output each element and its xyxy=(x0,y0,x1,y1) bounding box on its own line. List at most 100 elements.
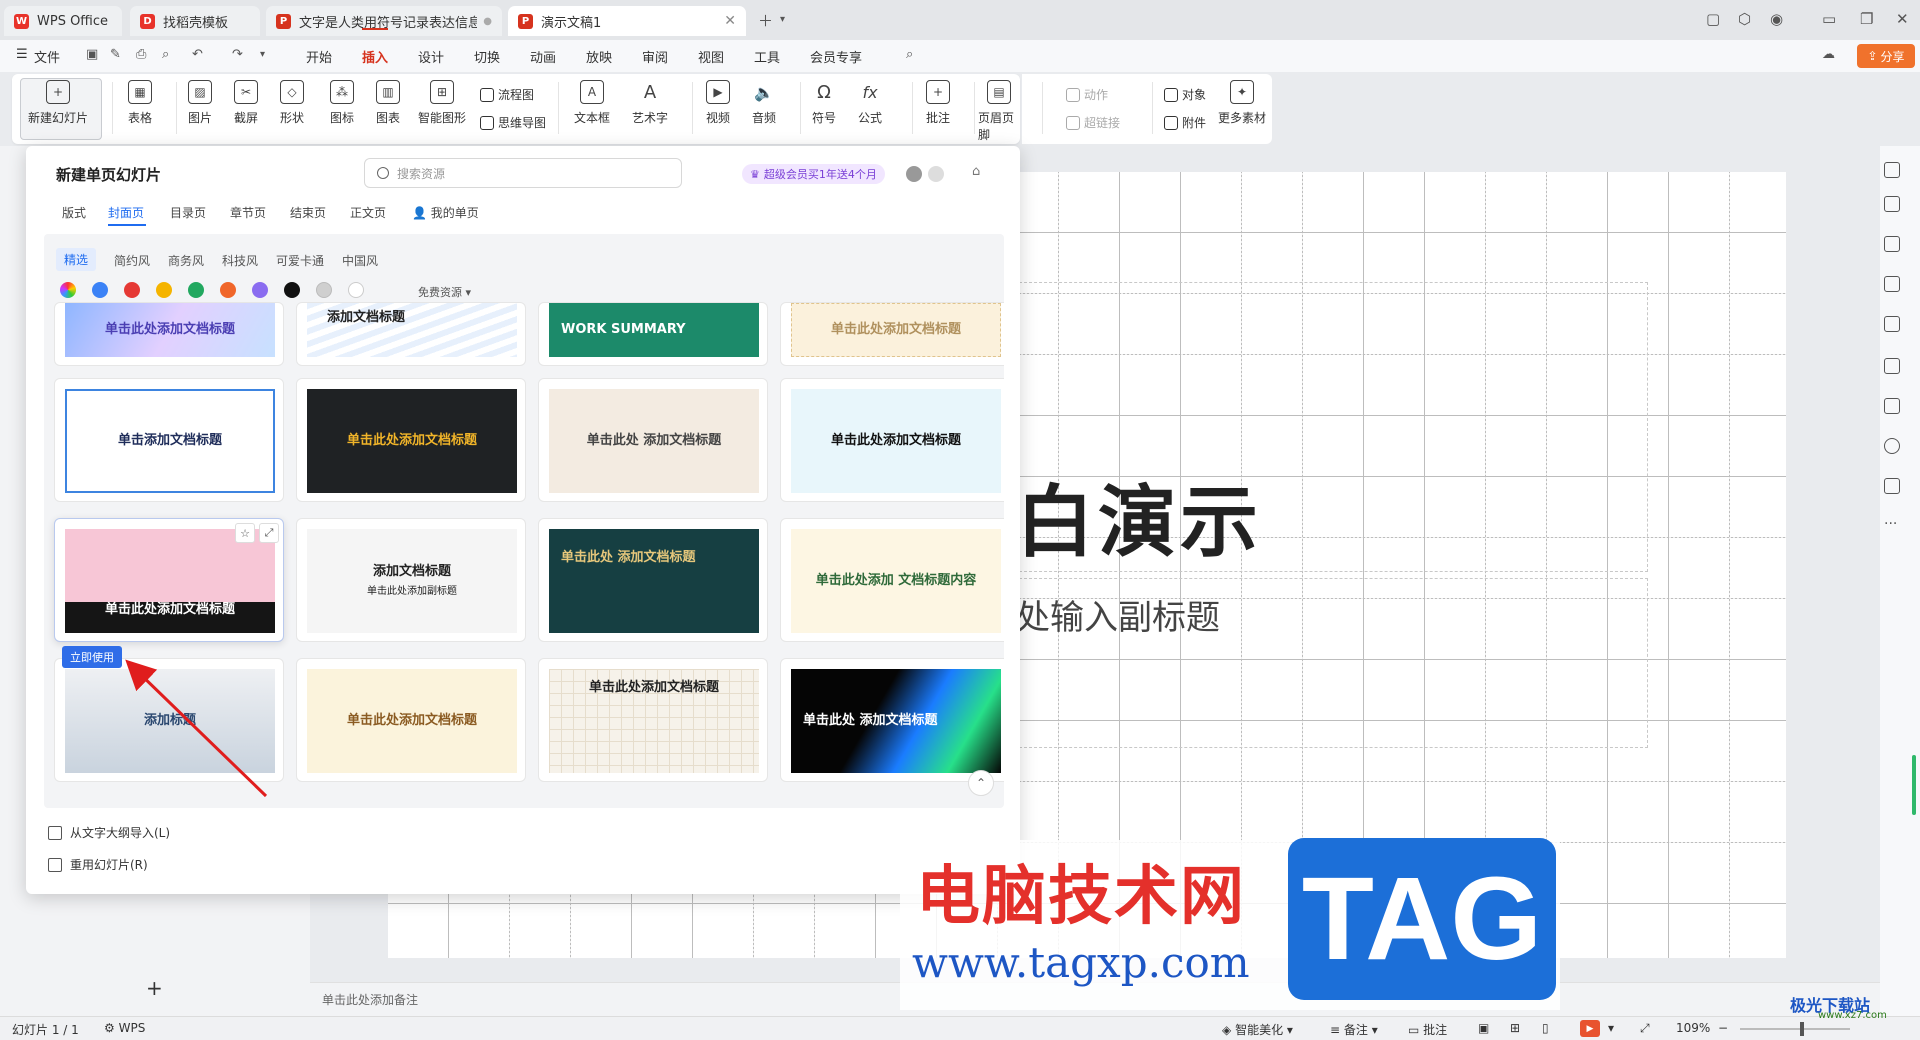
tab-document[interactable]: P 文字是人类用符号记录表达信息以 ● xyxy=(266,6,502,36)
template-card[interactable]: 单击此处添加文档标题 ☆ ⤢ xyxy=(54,518,284,642)
free-resources-dropdown[interactable]: 免费资源 ▾ xyxy=(418,284,471,300)
preview-icon[interactable]: ⌕ xyxy=(162,47,169,62)
cloud-icon[interactable]: ☁ xyxy=(1822,47,1835,62)
cube-icon[interactable]: ⬡ xyxy=(1738,10,1751,28)
zoom-out-icon[interactable]: − xyxy=(1718,1021,1728,1035)
new-tab-icon[interactable]: ＋ xyxy=(758,10,773,31)
object-button[interactable]: 对象 xyxy=(1164,86,1206,103)
chart-button[interactable]: ▥ 图表 xyxy=(376,80,400,126)
star-icon[interactable] xyxy=(1884,236,1900,252)
comments-toggle[interactable]: ▭ 批注 xyxy=(1408,1021,1447,1038)
menu-tools[interactable]: 工具 xyxy=(754,47,780,66)
menu-review[interactable]: 审阅 xyxy=(642,47,668,66)
swatch-red[interactable] xyxy=(124,282,140,298)
swatch-green[interactable] xyxy=(188,282,204,298)
template-card[interactable]: WORK SUMMARY xyxy=(538,302,768,366)
minimize-icon[interactable]: ▭ xyxy=(1822,10,1836,28)
template-card[interactable]: 单击此处 添加文档标题 xyxy=(538,518,768,642)
tools-icon[interactable] xyxy=(1884,358,1900,374)
book-icon[interactable] xyxy=(1884,398,1900,414)
template-card[interactable]: 单击此处添加文档标题 xyxy=(54,302,284,366)
play-icon[interactable]: ▶ xyxy=(1580,1020,1600,1037)
attachment-button[interactable]: 附件 xyxy=(1164,114,1206,131)
style-featured[interactable]: 精选 xyxy=(56,248,97,271)
template-card[interactable]: 添加标题 xyxy=(54,658,284,782)
template-card[interactable]: 单击此处 添加文档标题 xyxy=(780,658,1004,782)
comment-button[interactable]: + 批注 xyxy=(926,80,950,126)
tab-chapter[interactable]: 章节页 xyxy=(230,204,266,221)
style-chinese[interactable]: 中国风 xyxy=(342,252,378,269)
menu-home[interactable]: 开始 xyxy=(306,47,332,66)
tab-layout[interactable]: 版式 xyxy=(62,204,86,221)
close-icon[interactable]: ✕ xyxy=(718,13,736,29)
tab-presentation[interactable]: P 演示文稿1 ✕ xyxy=(508,6,746,36)
swatch-orange[interactable] xyxy=(220,282,236,298)
swatch-all[interactable] xyxy=(60,282,76,298)
tab-my-pages[interactable]: 👤 我的单页 xyxy=(412,204,479,221)
swatch-white[interactable] xyxy=(348,282,364,298)
swatch-purple[interactable] xyxy=(252,282,268,298)
scroll-indicator[interactable] xyxy=(1912,755,1916,815)
swatch-yellow[interactable] xyxy=(156,282,172,298)
chevron-down-icon[interactable]: ▾ xyxy=(260,49,265,60)
close-window-icon[interactable]: ✕ xyxy=(1896,10,1909,28)
wordart-button[interactable]: A 艺术字 xyxy=(632,80,668,126)
menu-slideshow[interactable]: 放映 xyxy=(586,47,612,66)
print-icon[interactable]: ⎙ xyxy=(136,47,146,62)
chevron-down-icon[interactable]: ▾ xyxy=(780,14,785,25)
adjust-icon[interactable] xyxy=(1884,196,1900,212)
theme-indicator[interactable]: ⚙ WPS xyxy=(104,1021,145,1035)
expand-icon[interactable]: ⤢ xyxy=(259,523,279,543)
smart-graphic-button[interactable]: ⊞ 智能图形 xyxy=(418,80,466,126)
robot-icon[interactable] xyxy=(1884,478,1900,494)
template-card[interactable]: 单击此处添加文档标题 xyxy=(296,658,526,782)
action-button[interactable]: 动作 xyxy=(1066,86,1108,103)
share-button[interactable]: ⇪ 分享 xyxy=(1857,44,1915,68)
template-card[interactable]: 单击此处添加文档标题 xyxy=(296,378,526,502)
style-tech[interactable]: 科技风 xyxy=(222,252,258,269)
fit-window-icon[interactable]: ⤢ xyxy=(1640,1021,1650,1036)
symbol-button[interactable]: Ω 符号 xyxy=(812,80,836,126)
redo-icon[interactable]: ↷ xyxy=(232,47,243,62)
search-icon[interactable]: ⌕ xyxy=(906,47,913,62)
reuse-slides-link[interactable]: 重用幻灯片(R) xyxy=(48,856,148,873)
template-card[interactable]: 添加文档标题 xyxy=(296,302,526,366)
formula-button[interactable]: fx 公式 xyxy=(858,80,882,126)
flowchart-button[interactable]: 流程图 xyxy=(480,86,534,103)
style-cartoon[interactable]: 可爱卡通 xyxy=(276,252,324,269)
menu-member[interactable]: 会员专享 xyxy=(810,47,862,66)
avatar[interactable] xyxy=(906,166,922,182)
tab-docer[interactable]: D 找稻壳模板 xyxy=(130,6,260,36)
pin-icon[interactable]: ⌂ xyxy=(972,164,980,179)
header-footer-button[interactable]: ▤ 页眉页脚 xyxy=(978,80,1020,143)
zoom-slider[interactable] xyxy=(1740,1028,1850,1030)
table-button[interactable]: ▦ 表格 xyxy=(128,80,152,126)
template-card[interactable]: 单击此处添加文档标题 xyxy=(780,302,1004,366)
swatch-blue[interactable] xyxy=(92,282,108,298)
zoom-slider-knob[interactable] xyxy=(1800,1022,1804,1036)
hamburger-icon[interactable]: ☰ xyxy=(16,47,28,62)
image-icon[interactable] xyxy=(1884,316,1900,332)
menu-insert[interactable]: 插入 xyxy=(362,47,388,66)
tab-toc[interactable]: 目录页 xyxy=(170,204,206,221)
layout-icon[interactable]: ▢ xyxy=(1706,10,1720,28)
menu-file[interactable]: 文件 xyxy=(34,47,60,66)
video-button[interactable]: ▶ 视频 xyxy=(706,80,730,126)
template-card[interactable]: 单击此处添加文档标题 xyxy=(538,658,768,782)
tab-ending[interactable]: 结束页 xyxy=(290,204,326,221)
vip-badge[interactable]: ♛ 超级会员买1年送4个月 xyxy=(742,164,885,184)
zoom-level[interactable]: 109% xyxy=(1676,1021,1710,1035)
copy-icon[interactable] xyxy=(1884,276,1900,292)
icon-button[interactable]: ⁂ 图标 xyxy=(330,80,354,126)
use-now-button[interactable]: 立即使用 xyxy=(62,646,122,668)
chevron-up-icon[interactable] xyxy=(1884,162,1900,178)
normal-view-icon[interactable]: ▣ xyxy=(1478,1021,1489,1035)
avatar[interactable]: ◉ xyxy=(1770,10,1783,28)
textbox-button[interactable]: A 文本框 xyxy=(574,80,610,126)
reading-view-icon[interactable]: ▯ xyxy=(1542,1021,1549,1035)
tab-wps-office[interactable]: W WPS Office xyxy=(4,6,122,36)
save-icon[interactable]: ▣ xyxy=(86,47,98,62)
chevron-down-icon[interactable]: ▾ xyxy=(1608,1021,1614,1035)
import-outline-link[interactable]: 从文字大纲导入(L) xyxy=(48,824,170,841)
search-input[interactable]: 搜索资源 xyxy=(364,158,682,188)
